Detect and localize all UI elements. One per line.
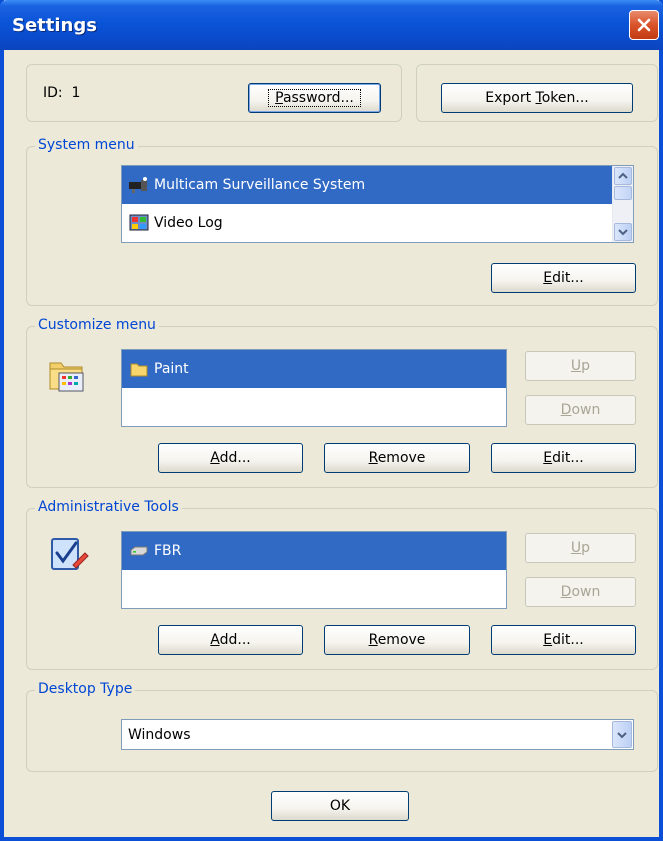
system-menu-label: System menu [35, 137, 138, 153]
desktop-type-value: Windows [128, 726, 191, 743]
admin-remove-button[interactable]: Remove [324, 625, 470, 655]
admin-add-button[interactable]: Add... [158, 625, 303, 655]
close-button[interactable] [629, 10, 659, 40]
window-title: Settings [12, 15, 97, 36]
customize-menu-list[interactable]: Paint [121, 349, 507, 427]
system-menu-list[interactable]: Multicam Surveillance System Video Log [121, 165, 634, 243]
chevron-up-icon [618, 172, 628, 179]
password-button[interactable]: Password... [248, 83, 381, 113]
admin-up-button[interactable]: Up [525, 533, 636, 563]
chevron-down-icon [618, 229, 628, 236]
system-menu-edit-button[interactable]: Edit... [491, 263, 636, 293]
customize-up-button[interactable]: Up [525, 351, 636, 381]
video-log-icon [128, 213, 150, 233]
list-item[interactable]: FBR [122, 532, 506, 570]
desktop-type-select[interactable]: Windows [121, 719, 634, 750]
system-menu-scrollbar[interactable] [612, 166, 633, 242]
export-group: Export Token... [416, 64, 658, 122]
folder-icon [128, 359, 150, 379]
customize-menu-label: Customize menu [35, 317, 159, 333]
desktop-type-dropdown-button[interactable] [612, 721, 632, 748]
settings-window: Settings ID: 1 Password... Export Token.… [0, 0, 663, 841]
admin-tools-group: Administrative Tools FBR Up Down Add... [26, 499, 658, 670]
admin-tools-label: Administrative Tools [35, 499, 182, 515]
scroll-down-button[interactable] [614, 223, 632, 241]
admin-tools-list[interactable]: FBR [121, 531, 507, 609]
scroll-thumb[interactable] [614, 186, 632, 200]
customize-edit-button[interactable]: Edit... [491, 443, 636, 473]
system-menu-group: System menu Multicam Surveillance System… [26, 137, 658, 306]
folder-settings-icon [47, 353, 87, 397]
list-item[interactable]: Video Log [122, 204, 633, 242]
close-icon [637, 18, 651, 32]
customize-remove-button[interactable]: Remove [324, 443, 470, 473]
chevron-down-icon [617, 731, 627, 738]
customize-add-button[interactable]: Add... [158, 443, 303, 473]
ok-button[interactable]: OK [271, 791, 409, 821]
admin-down-button[interactable]: Down [525, 577, 636, 607]
admin-edit-button[interactable]: Edit... [491, 625, 636, 655]
list-item[interactable]: Paint [122, 350, 506, 388]
customize-menu-group: Customize menu Paint Up Down Add... Remo… [26, 317, 658, 488]
drive-icon [128, 541, 150, 561]
scroll-up-button[interactable] [614, 167, 632, 185]
desktop-type-group: Desktop Type Windows [26, 681, 658, 772]
admin-check-icon [49, 535, 89, 579]
surveillance-icon [128, 175, 150, 195]
id-value: 1 [71, 85, 81, 101]
desktop-type-label: Desktop Type [35, 681, 136, 697]
customize-down-button[interactable]: Down [525, 395, 636, 425]
title-bar[interactable]: Settings [0, 0, 663, 50]
id-label: ID: 1 [43, 85, 81, 101]
list-item[interactable]: Multicam Surveillance System [122, 166, 613, 204]
id-group: ID: 1 Password... [26, 64, 402, 122]
export-token-button[interactable]: Export Token... [441, 83, 633, 113]
